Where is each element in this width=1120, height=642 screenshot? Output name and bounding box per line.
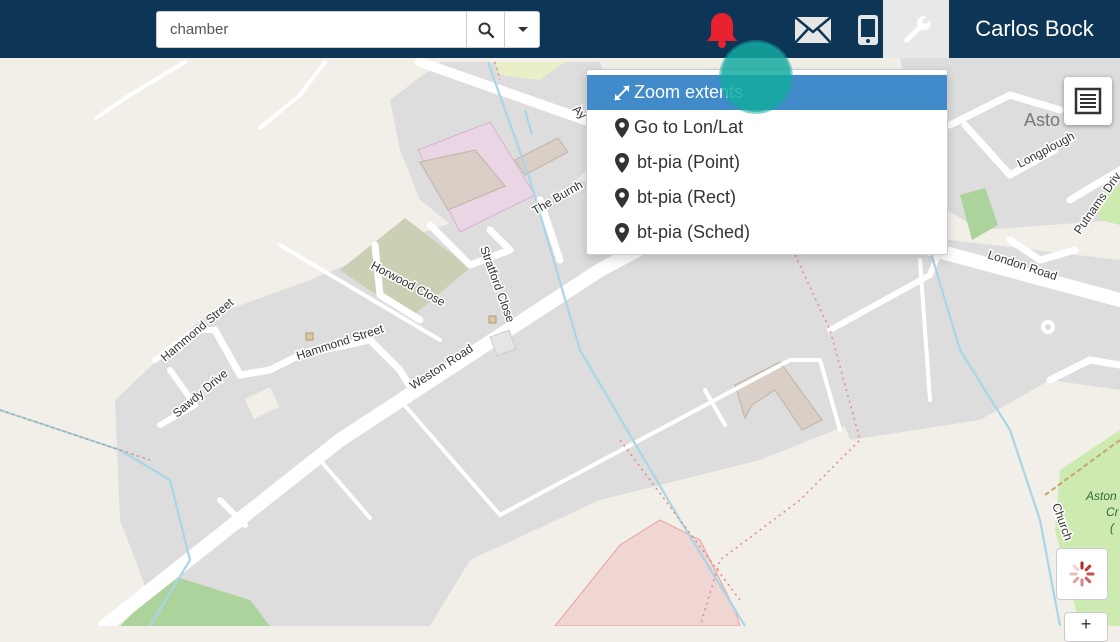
menu-item-label: bt-pia (Rect) (637, 187, 737, 207)
label-aston-green-2: Cr (1106, 505, 1120, 519)
menu-item-bt-pia-sched[interactable]: bt-pia (Sched) (587, 215, 947, 250)
map-marker-icon (612, 222, 632, 243)
user-menu[interactable]: Carlos Bock (949, 0, 1120, 58)
menu-item-bt-pia-rect[interactable]: bt-pia (Rect) (587, 180, 947, 215)
device-button[interactable] (856, 8, 880, 52)
bell-icon (707, 13, 737, 48)
loading-indicator (1056, 548, 1108, 600)
mobile-phone-icon (858, 15, 878, 45)
tools-dropdown-menu: Zoom extents Go to Lon/Lat bt-pia (Point… (586, 69, 948, 255)
envelope-icon (794, 16, 832, 44)
tools-menu-button[interactable] (883, 0, 949, 58)
wrench-icon (904, 16, 931, 43)
poi-marker (488, 315, 497, 324)
list-icon (1074, 87, 1102, 115)
menu-item-label: bt-pia (Sched) (637, 222, 751, 242)
map-marker-icon (612, 117, 632, 138)
map-marker-icon (612, 187, 632, 208)
top-navbar: Carlos Bock (0, 0, 1120, 58)
layers-list-button[interactable] (1064, 77, 1112, 125)
search-input[interactable] (157, 12, 465, 47)
search-box (156, 11, 540, 48)
menu-item-label: Zoom extents (634, 82, 744, 102)
alerts-button[interactable] (703, 8, 741, 52)
search-icon (478, 22, 494, 38)
label-aston: Asto (1024, 110, 1060, 130)
menu-item-go-to-lon-lat[interactable]: Go to Lon/Lat (587, 110, 947, 145)
loading-spinner-icon (1069, 561, 1095, 587)
menu-item-bt-pia-point[interactable]: bt-pia (Point) (587, 145, 947, 180)
zoom-in-button[interactable]: + (1064, 612, 1108, 642)
search-options-dropdown[interactable] (504, 12, 540, 47)
search-button[interactable] (466, 12, 505, 47)
messages-button[interactable] (793, 8, 833, 52)
menu-item-label: Go to Lon/Lat (634, 117, 744, 137)
label-aston-green: Aston (1085, 489, 1117, 503)
caret-down-icon (517, 27, 528, 32)
menu-item-zoom-extents[interactable]: Zoom extents (587, 75, 947, 110)
map-marker-icon (612, 152, 632, 173)
expand-arrows-icon (612, 84, 632, 102)
poi-marker (305, 332, 314, 341)
menu-item-label: bt-pia (Point) (637, 152, 741, 172)
map-canvas[interactable]: The Burnh Ay Horwood Close Stratford Clo… (0, 58, 1120, 626)
